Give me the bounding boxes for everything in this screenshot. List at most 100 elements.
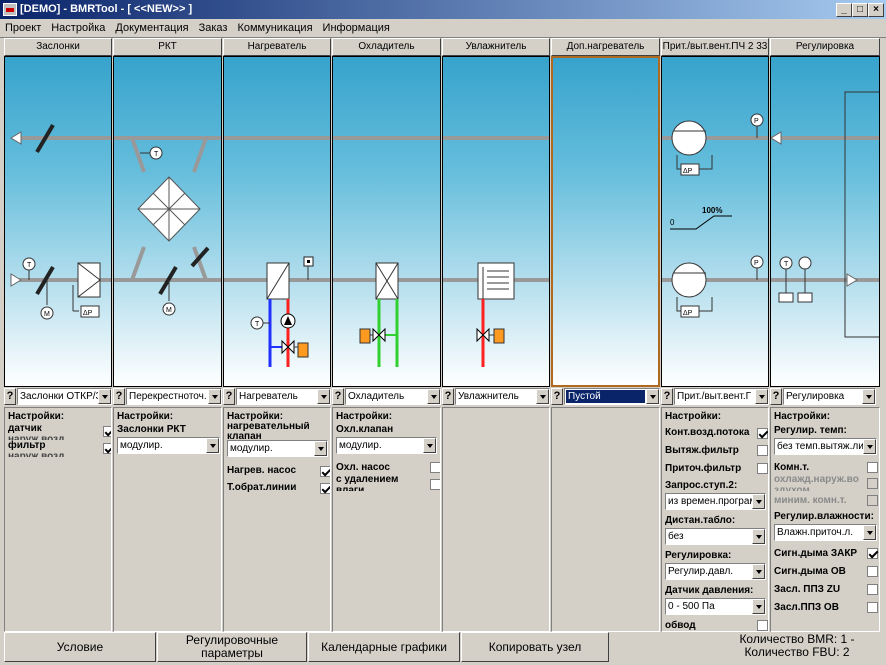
help-button[interactable]: ?: [770, 388, 782, 405]
diagram-panel[interactable]: [551, 56, 660, 387]
outdoor-filter-checkbox[interactable]: [103, 443, 111, 454]
fire-damper-zu-checkbox[interactable]: [867, 584, 878, 595]
chevron-down-icon[interactable]: [317, 389, 330, 404]
control-params-button[interactable]: Регулировочные параметры: [157, 632, 307, 662]
component-select[interactable]: Регулировка: [783, 388, 876, 405]
component-select[interactable]: Нагреватель: [236, 388, 331, 405]
chevron-down-icon[interactable]: [752, 494, 765, 509]
smoke-close-checkbox[interactable]: [867, 548, 878, 559]
component-select[interactable]: Прит./выт.вент.Г: [674, 388, 769, 405]
help-button[interactable]: ?: [551, 388, 563, 405]
cooler-valve-select[interactable]: модулир.: [336, 437, 437, 454]
close-button[interactable]: ×: [868, 3, 884, 17]
chevron-down-icon[interactable]: [314, 441, 327, 456]
regulation-diagram: T: [771, 91, 879, 338]
help-button[interactable]: ?: [223, 388, 235, 405]
diagram-panel[interactable]: T M: [113, 56, 222, 387]
column-header[interactable]: Прит./выт.вент.ПЧ 2 33: [661, 38, 769, 56]
column-header[interactable]: Заслонки: [4, 38, 112, 56]
maximize-button[interactable]: □: [852, 3, 868, 17]
menu-project[interactable]: Проект: [0, 19, 46, 37]
calendar-schedules-button[interactable]: Календарные графики: [308, 632, 460, 662]
temp-regulation-select[interactable]: без темп.вытяж.ли: [774, 438, 877, 455]
chevron-down-icon[interactable]: [427, 389, 440, 404]
component-select[interactable]: Охладитель: [345, 388, 441, 405]
remote-panel-select[interactable]: без: [665, 528, 766, 545]
menu-documentation[interactable]: Документация: [110, 19, 193, 37]
dehumidify-checkbox[interactable]: [430, 479, 440, 490]
component-select[interactable]: Перекрестноточ.: [126, 388, 222, 405]
setting-label: Комн.т.: [774, 462, 810, 473]
chevron-down-icon[interactable]: [862, 389, 875, 404]
component-select[interactable]: Заслонки ОТКР/З: [17, 388, 112, 405]
condition-button[interactable]: Условие: [4, 632, 156, 662]
settings-panel: Настройки: Регулир. темп: без темп.вытяж…: [770, 407, 880, 632]
outdoor-sensor-checkbox[interactable]: [103, 426, 111, 437]
menu-communication[interactable]: Коммуникация: [232, 19, 317, 37]
supply-filter-checkbox[interactable]: [757, 463, 768, 474]
chevron-down-icon[interactable]: [98, 389, 111, 404]
bypass-checkbox[interactable]: [757, 620, 768, 631]
exhaust-filter-checkbox[interactable]: [757, 445, 768, 456]
menu-order[interactable]: Заказ: [194, 19, 233, 37]
menu-info[interactable]: Информация: [318, 19, 395, 37]
component-select[interactable]: Пустой: [564, 388, 660, 405]
column-header[interactable]: Увлажнитель: [442, 38, 550, 56]
component-select-row: ? Пустой: [551, 388, 660, 406]
chevron-down-icon[interactable]: [752, 529, 765, 544]
help-button[interactable]: ?: [113, 388, 125, 405]
pressure-sensor-select[interactable]: 0 - 500 Па: [665, 598, 766, 615]
help-button[interactable]: ?: [442, 388, 454, 405]
diagram-panel[interactable]: ΔP ΔP P P 0 100%: [661, 56, 769, 387]
cooling-pump-checkbox[interactable]: [430, 462, 440, 473]
dp-label: ΔP: [683, 168, 693, 175]
chevron-down-icon[interactable]: [423, 438, 436, 453]
setting-label: Запрос.ступ.2:: [665, 480, 738, 491]
menu-settings[interactable]: Настройка: [46, 19, 110, 37]
airflow-control-checkbox[interactable]: [757, 428, 768, 439]
motor-label: M: [166, 307, 172, 314]
diagram-panel[interactable]: T: [770, 56, 880, 387]
help-button[interactable]: ?: [332, 388, 344, 405]
chevron-down-icon[interactable]: [208, 389, 221, 404]
column-header[interactable]: Доп.нагреватель: [551, 38, 660, 56]
column-rkt: РКТ T M ? Перекрестноточ. Настройки: Зас…: [113, 38, 222, 632]
diagram-panel[interactable]: M T ΔP: [4, 56, 112, 387]
column-header[interactable]: Регулировка: [770, 38, 880, 56]
chevron-down-icon[interactable]: [755, 389, 768, 404]
regulation-select[interactable]: Регулир.давл.: [665, 563, 766, 580]
column-header[interactable]: Охладитель: [332, 38, 441, 56]
settings-title: Настройки:: [117, 411, 174, 422]
chevron-down-icon[interactable]: [752, 599, 765, 614]
help-button[interactable]: ?: [661, 388, 673, 405]
diagram-panel[interactable]: [332, 56, 441, 387]
settings-panel: Настройки: нагревательный клапан модулир…: [223, 407, 331, 632]
smoke-ov-checkbox[interactable]: [867, 566, 878, 577]
chevron-down-icon[interactable]: [752, 564, 765, 579]
chevron-down-icon[interactable]: [646, 389, 659, 404]
stage2-request-select[interactable]: из времен.программ: [665, 493, 766, 510]
column-header[interactable]: РКТ: [113, 38, 222, 56]
main-window: [DEMO] - BMRTool - [ <<NEW>> ] _ □ × Про…: [0, 0, 886, 665]
help-button[interactable]: ?: [4, 388, 16, 405]
outdoor-cooling-checkbox[interactable]: [867, 478, 878, 489]
component-select[interactable]: Увлажнитель: [455, 388, 550, 405]
minimize-button[interactable]: _: [836, 3, 852, 17]
heater-valve-select[interactable]: модулир.: [227, 440, 328, 457]
diagram-panel[interactable]: T: [223, 56, 331, 387]
room-temp-checkbox[interactable]: [867, 462, 878, 473]
copy-node-button[interactable]: Копировать узел: [461, 632, 609, 662]
chevron-down-icon[interactable]: [863, 439, 876, 454]
heating-pump-checkbox[interactable]: [320, 466, 330, 477]
rkt-damper-select[interactable]: модулир.: [117, 437, 220, 454]
chevron-down-icon[interactable]: [536, 389, 549, 404]
min-room-temp-checkbox[interactable]: [867, 495, 878, 506]
humidity-regulation-select[interactable]: Влажн.приточ.л.: [774, 524, 877, 541]
column-header[interactable]: Нагреватель: [223, 38, 331, 56]
chevron-down-icon[interactable]: [206, 438, 219, 453]
fire-damper-ov-checkbox[interactable]: [867, 602, 878, 613]
return-temp-checkbox[interactable]: [320, 483, 330, 494]
diagram-panel[interactable]: [442, 56, 550, 387]
chevron-down-icon[interactable]: [863, 525, 876, 540]
heater-diagram: T: [224, 136, 330, 367]
